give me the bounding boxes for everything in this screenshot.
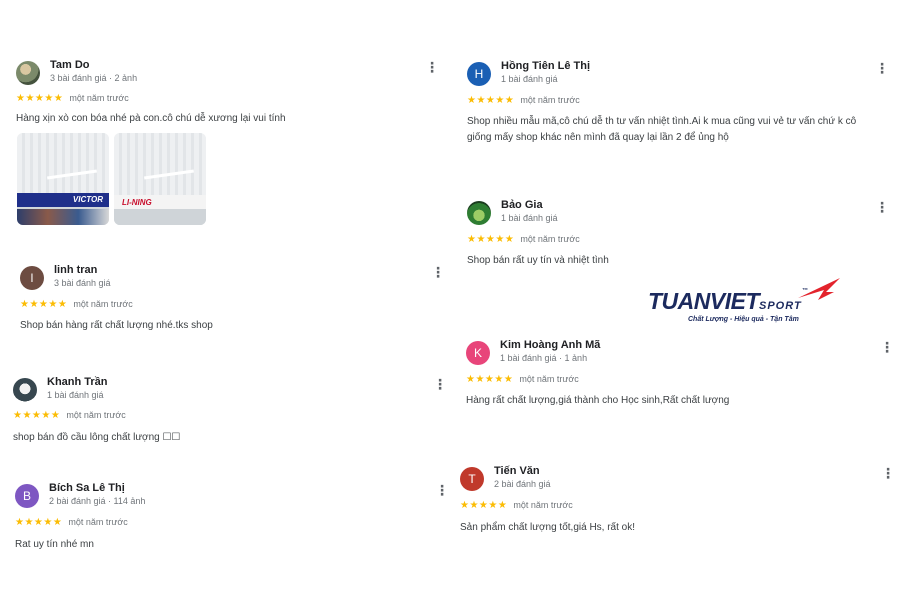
star-rating-icon: ★★★★★ [466,374,514,385]
more-options-icon[interactable]: ⋮ [433,377,447,398]
more-options-icon[interactable]: ⋮ [435,483,449,504]
reviewer-name[interactable]: Bảo Gia [501,199,543,211]
more-options-icon[interactable]: ⋮ [875,61,889,82]
review-text: Hàng rất chất lượng,giá thành cho Học si… [466,395,730,406]
more-options-icon[interactable]: ⋮ [875,200,889,221]
reviewer-meta: 3 bài đánh giá [54,278,111,288]
star-rating-icon: ★★★★★ [16,93,64,104]
review-photo[interactable]: LI-NING [114,133,206,225]
logo-wordmark: TUANVIET [648,288,760,314]
rating-row: ★★★★★ một năm trước [13,410,126,421]
review-photo[interactable]: VICTOR [17,133,109,225]
review-text: shop bán đồ cầu lông chất lượng ☐☐ [13,432,181,443]
avatar[interactable] [467,201,491,225]
reviewer-name[interactable]: Tiến Văn [494,465,540,477]
avatar[interactable] [16,61,40,85]
star-rating-icon: ★★★★★ [467,234,515,245]
avatar[interactable]: B [15,484,39,508]
rating-row: ★★★★★ một năm trước [467,234,580,245]
reviewer-name[interactable]: Tam Do [50,59,90,71]
swoosh-icon [798,278,840,300]
star-rating-icon: ★★★★★ [460,500,508,511]
review-time: một năm trước [520,234,580,244]
review-time: một năm trước [66,410,126,420]
review-text: Shop bán hàng rất chất lượng nhé.tks sho… [20,320,213,331]
review-text: Rat uy tín nhé mn [15,539,94,550]
reviewer-name[interactable]: Hồng Tiên Lê Thị [501,60,590,72]
star-rating-icon: ★★★★★ [467,95,515,106]
reviewer-meta: 1 bài đánh giá [501,74,558,84]
rating-row: ★★★★★ một năm trước [467,95,580,106]
rating-row: ★★★★★ một năm trước [16,93,129,104]
reviewer-name[interactable]: Khanh Trần [47,376,108,388]
review-time: một năm trước [519,374,579,384]
avatar[interactable]: K [466,341,490,365]
review-text: Hàng xịn xò con bóa nhé pà con.cô chú dễ… [16,113,286,124]
more-options-icon[interactable]: ⋮ [431,265,445,286]
avatar[interactable]: l [20,266,44,290]
more-options-icon[interactable]: ⋮ [880,340,894,361]
review-card: Bảo Gia 1 bài đánh giá ⋮ ★★★★★ một năm tr… [467,199,900,266]
review-text: Shop bán rất uy tín và nhiệt tình [467,255,609,266]
rating-row: ★★★★★ một năm trước [466,374,579,385]
review-text: Sản phẩm chất lượng tốt,giá Hs, rất ok! [460,522,636,533]
reviewer-meta: 3 bài đánh giá · 2 ảnh [50,73,138,83]
review-time: một năm trước [73,299,133,309]
review-time: một năm trước [513,500,573,510]
logo-tagline: Chất Lượng - Hiệu quả - Tận Tâm [688,316,799,323]
review-card: B Bích Sa Lê Thị 2 bài đánh giá · 114 ản… [15,482,455,550]
review-card: l linh tran 3 bài đánh giá ⋮ ★★★★★ một nă… [20,264,460,331]
reviewer-name[interactable]: Bích Sa Lê Thị [49,482,125,494]
review-card: K Kim Hoàng Anh Mã 1 bài đánh giá · 1 ản… [466,339,900,406]
star-rating-icon: ★★★★★ [15,517,63,528]
review-text: Shop nhiều mẫu mã,cô chú dễ th tư vấn nh… [467,116,857,143]
review-time: một năm trước [69,93,129,103]
review-time: một năm trước [68,517,128,527]
reviewer-meta: 1 bài đánh giá [47,390,104,400]
avatar[interactable] [13,378,37,402]
tuanviet-sport-logo: TUANVIETSPORT™ Chất Lượng - Hiệu quả - T… [648,276,848,328]
reviewer-name[interactable]: Kim Hoàng Anh Mã [500,339,600,351]
rating-row: ★★★★★ một năm trước [20,299,133,310]
star-rating-icon: ★★★★★ [20,299,68,310]
reviewer-name[interactable]: linh tran [54,264,97,276]
review-card: Tam Do 3 bài đánh giá · 2 ảnh ⋮ ★★★★★ một… [16,59,456,225]
reviewer-meta: 1 bài đánh giá [501,213,558,223]
more-options-icon[interactable]: ⋮ [881,466,895,487]
review-time: một năm trước [520,95,580,105]
review-card: T Tiến Văn 2 bài đánh giá ⋮ ★★★★★ một năm… [460,465,900,533]
avatar[interactable]: T [460,467,484,491]
avatar[interactable]: H [467,62,491,86]
more-options-icon[interactable]: ⋮ [425,60,439,81]
review-card: H Hồng Tiên Lê Thị 1 bài đánh giá ⋮ ★★★★… [467,60,900,143]
reviewer-meta: 2 bài đánh giá [494,479,551,489]
review-card: Khanh Trần 1 bài đánh giá ⋮ ★★★★★ một năm… [13,376,453,443]
reviewer-meta: 2 bài đánh giá · 114 ảnh [49,496,146,506]
reviewer-meta: 1 bài đánh giá · 1 ảnh [500,353,588,363]
star-rating-icon: ★★★★★ [13,410,61,421]
rating-row: ★★★★★ một năm trước [460,500,573,511]
photo-sign: VICTOR [17,193,109,207]
rating-row: ★★★★★ một năm trước [15,517,128,528]
